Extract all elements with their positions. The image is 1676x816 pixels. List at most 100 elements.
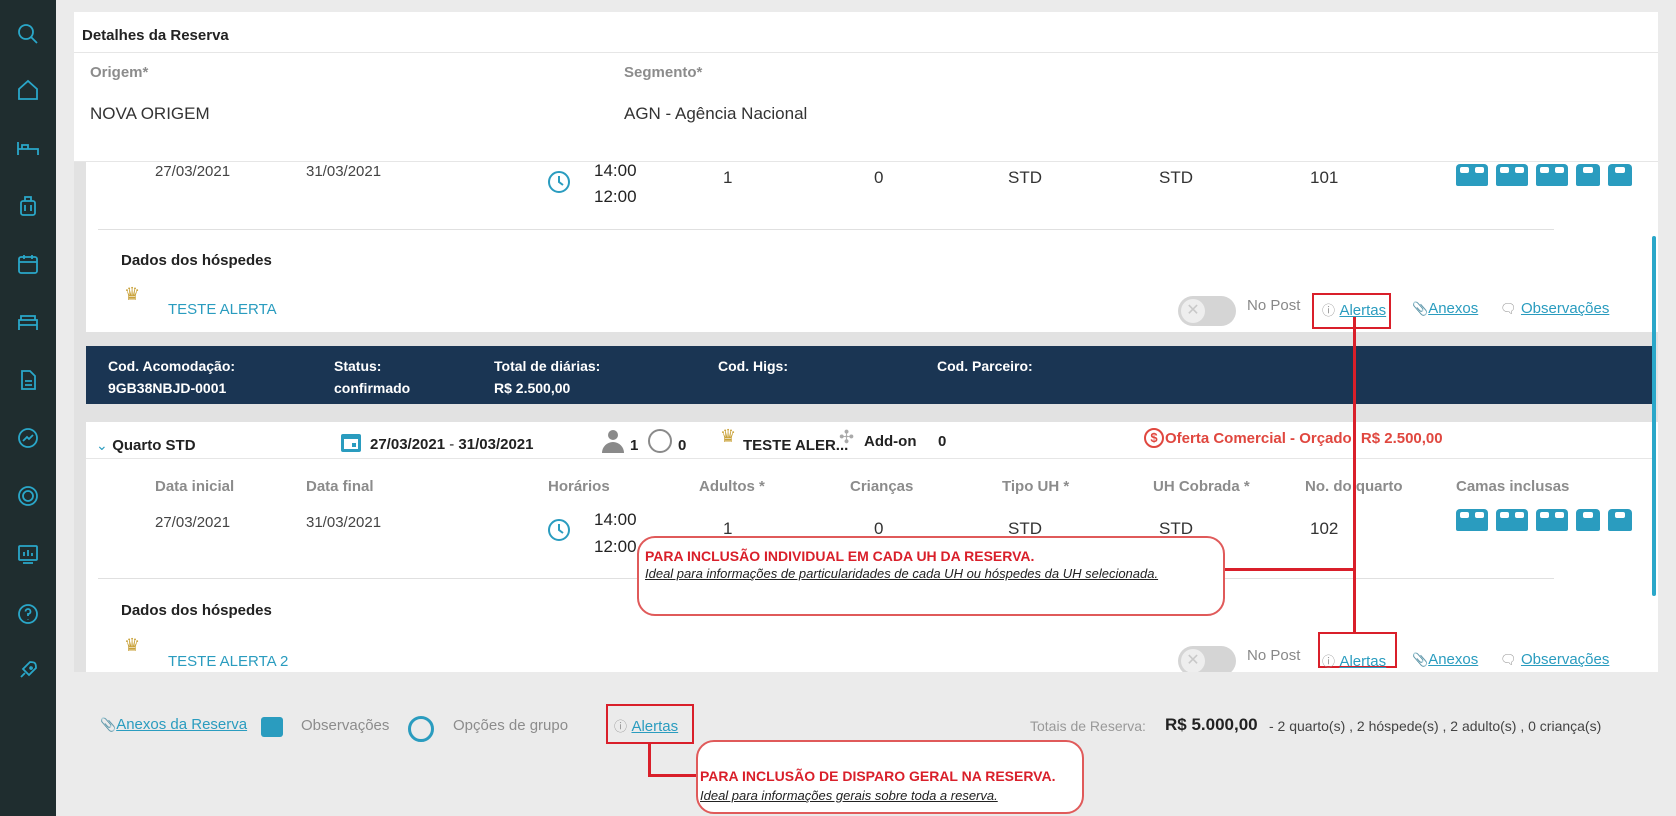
bed-icon: [1456, 509, 1488, 531]
col-adultos: Adultos *: [699, 478, 765, 495]
help-icon[interactable]: [14, 600, 42, 628]
parceiro-label: Cod. Parceiro:: [937, 358, 1033, 374]
clock-icon: [546, 517, 572, 548]
comment-icon[interactable]: [261, 717, 283, 737]
calendar-icon[interactable]: [14, 250, 42, 278]
comment-icon: 🗨: [1500, 652, 1517, 667]
origem-label: Origem*: [90, 64, 149, 81]
callout-geral: PARA INCLUSÃO DE DISPARO GERAL NA RESERV…: [696, 740, 1084, 814]
room1-uh-cobrada: STD: [1159, 168, 1193, 187]
child-icon: [648, 429, 672, 453]
close-icon: ✕: [1181, 299, 1205, 323]
person-icon: [602, 430, 624, 454]
footer-observacoes[interactable]: Observações: [301, 717, 389, 734]
bed-icon[interactable]: [14, 134, 42, 162]
group-options-icon[interactable]: [408, 716, 434, 742]
callout2-subtitle: Ideal para informações gerais sobre toda…: [700, 788, 998, 803]
single-bed-icon: [1608, 509, 1632, 531]
room2-nopost-toggle[interactable]: ✕: [1178, 646, 1236, 672]
room2-date-start: 27/03/2021: [155, 514, 231, 531]
room2-children-count: 0: [678, 437, 687, 454]
paperclip-icon: 📎: [100, 717, 117, 732]
room2-guests-title: Dados dos hóspedes: [121, 602, 272, 619]
col-criancas: Crianças: [850, 478, 914, 495]
room1-room-no: 101: [1310, 168, 1339, 187]
puzzle-icon: ✣: [839, 427, 855, 447]
callout-individual: PARA INCLUSÃO INDIVIDUAL EM CADA UH DA R…: [637, 536, 1225, 616]
room2-observacoes-link[interactable]: 🗨 Observações: [1500, 651, 1609, 669]
room1-beds: [1456, 164, 1640, 191]
sidebar: [0, 0, 56, 816]
room1-nopost-toggle[interactable]: ✕: [1178, 296, 1236, 326]
callout1-title: PARA INCLUSÃO INDIVIDUAL EM CADA UH DA R…: [645, 548, 1035, 564]
info-icon: ⓘ: [1322, 303, 1336, 318]
scrollbar[interactable]: [1652, 236, 1656, 596]
comment-icon: 🗨: [1500, 301, 1517, 316]
reservation-header: Detalhes da Reserva Origem* NOVA ORIGEM …: [74, 12, 1658, 162]
info-icon: ⓘ: [614, 719, 628, 734]
guest-crown-icon: ♛: [124, 635, 141, 655]
totals-value: R$ 5.000,00: [1165, 715, 1258, 734]
room1-anexos-link[interactable]: 📎Anexos: [1412, 300, 1478, 318]
room1-guests-title: Dados dos hóspedes: [121, 252, 272, 269]
footer-alertas-link[interactable]: ⓘ Alertas: [614, 716, 678, 736]
dashboard-icon[interactable]: [14, 540, 42, 568]
room2-guest-name[interactable]: TESTE ALERTA 2: [168, 653, 288, 670]
single-bed-icon: [1576, 509, 1600, 531]
room2-anexos-link[interactable]: 📎Anexos: [1412, 651, 1478, 669]
segmento-value[interactable]: AGN - Agência Nacional: [624, 104, 807, 124]
total-label: Total de diárias:: [494, 358, 601, 374]
room2-beds: [1456, 509, 1640, 536]
room1-nopost-label: No Post: [1247, 297, 1301, 314]
room2-adults-count: 1: [630, 437, 639, 454]
single-bed-icon: [1608, 164, 1632, 186]
col-camas-inclusas: Camas inclusas: [1456, 478, 1570, 495]
callout1-subtitle: Ideal para informações de particularidad…: [645, 566, 1159, 581]
bed-icon: [1496, 164, 1528, 186]
page-title: Detalhes da Reserva: [82, 27, 229, 44]
room2-time-out: 12:00: [594, 537, 637, 556]
document-icon[interactable]: [14, 366, 42, 394]
room2-toggle[interactable]: ⌄ Quarto STD: [96, 437, 196, 455]
bed-double-icon[interactable]: [14, 308, 42, 336]
guest-crown-icon: ♛: [124, 284, 141, 304]
col-tipo-uh: Tipo UH *: [1002, 478, 1070, 495]
rocket-icon[interactable]: [14, 656, 42, 684]
bed-icon: [1536, 164, 1568, 186]
search-icon[interactable]: [14, 20, 42, 48]
callout1-connector-h: [1224, 568, 1356, 571]
dollar-icon: $: [1144, 428, 1164, 448]
room2-nopost-label: No Post: [1247, 647, 1301, 664]
callout1-connector: [1353, 317, 1356, 633]
room2-alertas-link[interactable]: ⓘ Alertas: [1322, 651, 1386, 671]
room2-room-no: 102: [1310, 519, 1339, 538]
footer-opcoes-grupo[interactable]: Opções de grupo: [453, 717, 568, 734]
room1-children: 0: [874, 168, 884, 187]
total-value: R$ 2.500,00: [494, 380, 571, 396]
target-icon[interactable]: [14, 482, 42, 510]
home-icon[interactable]: [14, 76, 42, 104]
room1-adults: 1: [723, 168, 733, 187]
room2-guest-short[interactable]: TESTE ALER...: [743, 437, 848, 454]
anexos-reserva-link[interactable]: 📎Anexos da Reserva: [100, 716, 247, 734]
chart-icon[interactable]: [14, 424, 42, 452]
origem-value[interactable]: NOVA ORIGEM: [90, 104, 210, 124]
paperclip-icon: 📎: [1412, 301, 1429, 316]
room1-time-out: 12:00: [594, 187, 637, 206]
room1-observacoes-link[interactable]: 🗨 Observações: [1500, 300, 1609, 318]
room1-guest-name[interactable]: TESTE ALERTA: [168, 301, 277, 318]
calendar-icon: [339, 430, 363, 459]
room2-date-end: 31/03/2021: [306, 514, 382, 531]
callout2-connector: [648, 744, 651, 776]
col-data-final: Data final: [306, 478, 374, 495]
callout2-title: PARA INCLUSÃO DE DISPARO GERAL NA RESERV…: [700, 768, 1056, 784]
room1-date-start: 27/03/2021: [155, 163, 231, 180]
single-bed-icon: [1576, 164, 1600, 186]
luggage-icon[interactable]: [14, 192, 42, 220]
paperclip-icon: 📎: [1412, 652, 1429, 667]
room2-time-in: 14:00: [594, 510, 637, 529]
room2-title: Quarto STD: [112, 437, 196, 454]
col-data-inicial: Data inicial: [155, 478, 235, 495]
room2-addon-label: Add-on: [864, 433, 917, 450]
room2-offer: Oferta Comercial - Orçado: R$ 2.500,00: [1165, 430, 1443, 447]
